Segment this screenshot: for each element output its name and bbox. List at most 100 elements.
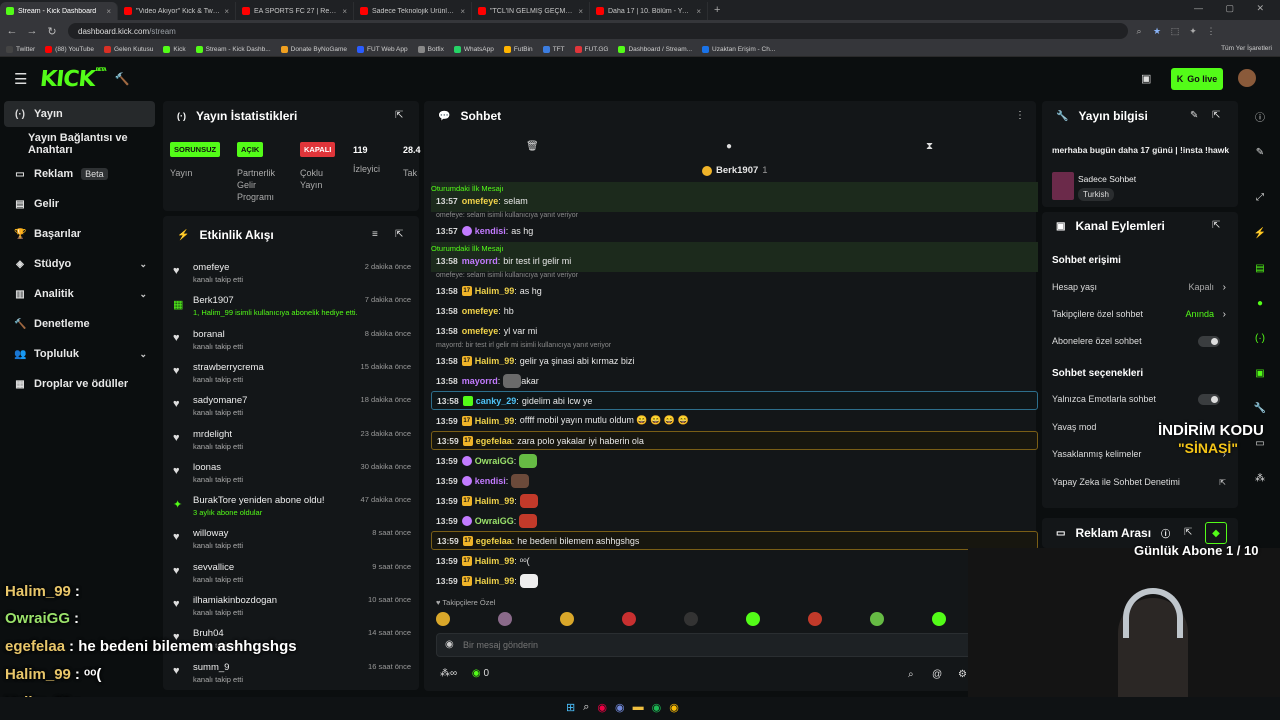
- bookmark-item[interactable]: FUT.GG: [574, 45, 608, 53]
- sidebar-item[interactable]: ▤ Gelir: [4, 191, 155, 217]
- kick-logo[interactable]: KICKBETA: [39, 67, 106, 92]
- bookmark-item[interactable]: Gelen Kutusu: [103, 45, 153, 53]
- activity-event[interactable]: ♥ strawberrycrema kanalı takip etti 15 daki…: [165, 359, 417, 392]
- followers-only-row[interactable]: Takipçilere özel sohbet Anında ›: [1052, 305, 1228, 323]
- spotify-icon[interactable]: ◉: [652, 701, 662, 714]
- sidebar-item[interactable]: ◈ Stüdyo ⌄: [4, 251, 155, 277]
- chat-message[interactable]: 13:59 OwraiGG:: [431, 511, 1038, 530]
- chat-message[interactable]: 13:59 17 Halim_99: ᵒᵒ(: [431, 551, 1038, 570]
- activity-event[interactable]: ♥ sadyomane7 kanalı takip etti 18 dakika ön…: [165, 392, 417, 425]
- emote-icon[interactable]: [932, 612, 946, 626]
- message-username[interactable]: omefeye: [462, 306, 499, 316]
- menu-icon[interactable]: ⋮: [1204, 26, 1218, 37]
- emote-icon[interactable]: [684, 612, 698, 626]
- expand-icon[interactable]: ⤢: [1248, 186, 1272, 208]
- chat-input[interactable]: ◉: [436, 633, 1030, 657]
- activity-event[interactable]: ✦ BurakTore yeniden abone oldu! 3 aylık ab…: [165, 492, 417, 525]
- trash-icon[interactable]: 🗑: [526, 141, 539, 152]
- browser-tab[interactable]: EA SPORTS FC 27 | Resmi Footb×: [236, 2, 354, 20]
- close-tab-icon[interactable]: ×: [342, 7, 347, 16]
- bookmark-item[interactable]: Donate ByNoGame: [280, 45, 347, 53]
- sidebar-item[interactable]: ▦ Droplar ve ödüller: [4, 371, 155, 397]
- browser-tab[interactable]: "TCL'İN GELMİŞ GEÇMİŞ EN İYİ ×: [472, 2, 590, 20]
- message-username[interactable]: Halim_99: [475, 576, 515, 586]
- hammer-icon[interactable]: 🔨: [115, 72, 130, 86]
- activity-event[interactable]: ♥ boranal kanalı takip etti 8 dakika önce: [165, 326, 417, 359]
- emote-icon[interactable]: [498, 612, 512, 626]
- lightning-icon[interactable]: ⚡: [1248, 222, 1272, 244]
- chat-message[interactable]: 13:59 17 egefelaa: he bedeni bilemem ashhgs…: [431, 531, 1038, 550]
- activity-event[interactable]: ♥ summ_9 kanalı takip etti 16 saat önce: [165, 659, 417, 692]
- dots-icon[interactable]: ⁂: [1248, 467, 1272, 489]
- category-name[interactable]: Sadece Sohbet: [1078, 174, 1136, 184]
- edit-icon[interactable]: ✎: [1248, 141, 1272, 163]
- bookmark-item[interactable]: Botfix: [417, 45, 444, 53]
- bookmark-item[interactable]: Stream - Kick Dashb...: [195, 45, 271, 53]
- chat-message[interactable]: 13:59 17 Halim_99:: [431, 571, 1038, 590]
- chat-message-input[interactable]: [463, 637, 1003, 653]
- close-tab-icon[interactable]: ×: [696, 7, 701, 16]
- activity-event[interactable]: ♥ mrdelight kanalı takip etti 23 dakika önc…: [165, 426, 417, 459]
- bookmark-item[interactable]: Twitter: [6, 45, 35, 53]
- emote-icon[interactable]: [746, 612, 760, 626]
- new-tab-button[interactable]: +: [714, 4, 720, 16]
- emote-icon[interactable]: [808, 612, 822, 626]
- star-icon[interactable]: ★: [1150, 26, 1164, 37]
- browser-tab[interactable]: "Video Akıyor" Kick & Twitch İ ×: [118, 2, 236, 20]
- studio-icon[interactable]: ▣: [1141, 72, 1151, 85]
- close-tab-icon[interactable]: ×: [460, 7, 465, 16]
- emoji-icon[interactable]: ◉: [445, 639, 454, 650]
- emote-icon[interactable]: [622, 612, 636, 626]
- activity-event[interactable]: ♥ loonas kanalı takip etti 30 dakika önce: [165, 459, 417, 492]
- subs-only-toggle[interactable]: [1198, 335, 1220, 347]
- studio-icon[interactable]: ▣: [1248, 362, 1272, 384]
- message-username[interactable]: Halim_99: [475, 556, 515, 566]
- category-thumbnail[interactable]: [1052, 172, 1074, 200]
- account-age-row[interactable]: Hesap yaşı Kapalı ›: [1052, 278, 1228, 296]
- chrome-icon[interactable]: ◉: [669, 701, 679, 714]
- sidebar-item[interactable]: 👥 Topluluk ⌄: [4, 341, 155, 367]
- all-bookmarks[interactable]: Tüm Yer İşaretleri: [1221, 45, 1272, 52]
- message-username[interactable]: omefeye: [462, 326, 499, 336]
- sidebar-item[interactable]: Yayın Bağlantısı ve Anahtarı: [4, 131, 155, 157]
- bookmark-item[interactable]: FutBin: [503, 45, 533, 53]
- sidebar-item[interactable]: 🏆 Başarılar: [4, 221, 155, 247]
- hourglass-icon[interactable]: ⧗: [926, 141, 933, 152]
- doc-icon[interactable]: ▤: [1248, 257, 1272, 279]
- info-icon[interactable]: ⓘ: [1248, 105, 1272, 127]
- chat-message[interactable]: 13:59 OwraiGG:: [431, 451, 1038, 470]
- diamond-icon[interactable]: ◆: [1205, 522, 1227, 544]
- filter-icon[interactable]: ≡: [372, 229, 378, 240]
- info-icon[interactable]: ⓘ: [1161, 527, 1170, 540]
- message-username[interactable]: egefelaa: [476, 536, 512, 546]
- chat-message[interactable]: 13:58 mayorrd: akar: [431, 371, 1038, 390]
- chat-message[interactable]: 13:58 17 Halim_99: as hg: [431, 281, 1038, 300]
- ai-moderation-row[interactable]: Yapay Zeka ile Sohbet Denetimi ⇱: [1052, 473, 1228, 491]
- emote-icon[interactable]: [870, 612, 884, 626]
- close-tab-icon[interactable]: ×: [106, 7, 111, 16]
- emote-icon[interactable]: [436, 612, 450, 626]
- go-live-button[interactable]: K Go live: [1171, 68, 1223, 90]
- zoom-icon[interactable]: ⌕: [1132, 26, 1146, 37]
- settings-icon[interactable]: ⚙: [958, 669, 967, 680]
- chat-message[interactable]: 13:58 omefeye: yl var mi: [431, 321, 1038, 340]
- message-username[interactable]: Halim_99: [475, 286, 515, 296]
- mention-icon[interactable]: @: [932, 669, 942, 680]
- chat-message[interactable]: 13:57 omefeye: selam: [431, 191, 1038, 210]
- chat-message[interactable]: 13:58 mayorrd: bir test irl gelir mi: [431, 251, 1038, 270]
- chat-message[interactable]: 13:58 17 Halim_99: gelir ya şinasi abi kırm…: [431, 351, 1038, 370]
- chat-icon[interactable]: ●: [1248, 292, 1272, 314]
- activity-event[interactable]: ♥ willoway kanalı takip etti 8 saat önce: [165, 525, 417, 558]
- bubble-icon[interactable]: ●: [726, 141, 732, 152]
- sidebar-item[interactable]: ▭ Reklam Beta: [4, 161, 155, 187]
- sidebar-item[interactable]: (·) Yayın: [4, 101, 155, 127]
- browser-tab[interactable]: Sadece Teknolojik Ürünleri Topl ×: [354, 2, 472, 20]
- broadcast-icon[interactable]: (·): [1248, 327, 1272, 349]
- browser-tab[interactable]: Stream - Kick Dashboard ×: [0, 2, 118, 20]
- discord-icon[interactable]: ◉: [615, 701, 625, 714]
- bookmark-item[interactable]: (88) YouTube: [45, 45, 94, 53]
- puzzle-icon[interactable]: ✦: [1186, 26, 1200, 37]
- search-icon[interactable]: ⌕: [908, 669, 914, 680]
- bookmark-item[interactable]: Uzaktan Erişim - Ch...: [702, 45, 775, 53]
- app-icon[interactable]: ◉: [597, 701, 607, 714]
